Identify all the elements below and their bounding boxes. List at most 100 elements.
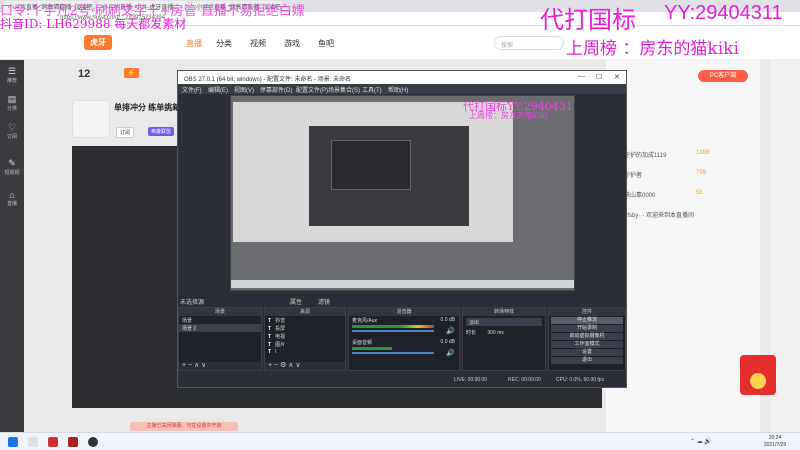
chat-message: Lfsby··· 欢迎来到本直播间 [624,213,695,219]
transition-select[interactable]: 淡出 [466,318,542,326]
mixer-panel: 混音器 麦克风/Aux 0.0 dB 🔊 桌面音频 0.0 dB 🔊 [348,307,460,371]
volume-meter [352,347,392,350]
mixer-channel: 麦克风/Aux 0.0 dB 🔊 [352,317,455,335]
left-rail: ☰ 推荐 ▤ 分类 ♡ 订阅 ✎ 短视频 ⌂ 直播 [0,60,24,432]
menu-file[interactable]: 文件(F) [182,85,202,94]
obs-window: OBS 27.0.1 (64 bit, windows) - 配置文件: 未命名… [177,70,627,388]
home-icon: ⌂ [9,190,15,200]
virtual-camera-button[interactable]: 启动虚拟摄像机 [551,333,623,340]
sources-header: 来源 [265,308,345,316]
start-recording-button[interactable]: 开始录制 [551,325,623,332]
streamer-title: 单排冲分 练单挑新 [114,103,181,112]
preview-nested-preview [331,140,411,190]
stat-badge: ⚡ [124,68,139,78]
app-icon[interactable] [68,437,78,447]
heart-icon: ♡ [7,122,17,132]
red-packet-icon[interactable] [740,355,776,395]
controls-panel: 控件 停止推流 开始录制 启动虚拟摄像机 工作室模式 设置 退出 [548,307,626,371]
preview-overlay-rank: 上周榜：房东的猫kiki [469,111,548,120]
overlay-rank: 上周榜 ：房东的猫kiki [566,39,739,59]
rail-item-category[interactable]: ▤ 分类 [0,94,24,112]
source-item[interactable]: T 抖音 [265,316,345,324]
studio-mode-button[interactable]: 工作室模式 [551,341,623,348]
maximize-icon[interactable]: ☐ [596,73,602,81]
filters-button[interactable]: 滤镜 [318,297,330,306]
avatar[interactable] [72,100,110,138]
duration-input[interactable]: 300 ms [487,330,503,336]
obs-preview[interactable]: 代打国标YY:29404311 上周榜：房东的猫kiki [230,95,575,291]
speaker-icon[interactable]: 🔊 [446,327,455,335]
menu-tools[interactable]: 工具(T) [362,85,382,94]
transitions-header: 转场特效 [463,308,545,316]
settings-button[interactable]: 设置 [551,349,623,356]
live-time: LIVE: 00:00:00 [454,377,488,383]
menu-profile[interactable]: 配置文件(P) [296,85,328,94]
rec-time: REC: 00:00:00 [508,377,541,383]
scenes-header: 场景 [179,308,261,316]
app-icon[interactable] [48,437,58,447]
no-source-label: 未选择源 [180,300,205,306]
nav-live[interactable]: 直播 [186,38,202,49]
menu-view[interactable]: 视图(V) [234,85,254,94]
controls-header: 控件 [549,308,625,316]
danmaku-toast: 主播已关闭弹幕，可在设置中开启 [130,422,238,431]
scenes-panel: 场景 场景 场景 2 + − ∧ ∨ [178,307,262,371]
minimize-icon[interactable]: — [578,73,585,80]
menu-icon: ☰ [7,66,17,76]
exit-button[interactable]: 退出 [551,357,623,364]
cpu-fps: CPU: 0.0%, 60.00 fps [556,377,605,383]
rank-row: 守护者 799 [624,170,707,179]
category-tag[interactable]: 英雄联盟 [148,127,175,136]
pen-icon: ✎ [8,158,16,168]
follow-button[interactable]: 订阅 [116,127,135,138]
tray-icons[interactable]: ⌃ ☁ 🔊 [690,438,712,445]
obs-status-bar: LIVE: 00:00:00 REC: 00:00:00 CPU: 0.0%, … [178,373,626,387]
site-logo[interactable]: 虎牙 [84,35,112,50]
obs-title-bar: OBS 27.0.1 (64 bit, windows) - 配置文件: 未命名… [178,71,626,84]
speaker-icon[interactable]: 🔊 [446,349,455,357]
scenes-toolbar[interactable]: + − ∧ ∨ [179,362,261,370]
menu-edit[interactable]: 编辑(E) [208,85,228,94]
windows-start-icon[interactable] [8,437,18,447]
nav-category[interactable]: 分类 [216,38,232,49]
close-icon[interactable]: ✕ [614,73,620,81]
right-panel [606,60,760,432]
clock[interactable]: 20:24 2021/7/29 [758,435,792,449]
pc-client-button[interactable]: PC客户端 [698,70,748,82]
scene-item[interactable]: 场景 2 [179,324,261,332]
nav-fishbar[interactable]: 鱼吧 [318,38,334,49]
obs-menu-bar: 文件(F) 编辑(E) 视图(V) 停靠部件(D) 配置文件(P) 场景集合(S… [178,84,626,94]
overlay-title: 代打国标 [540,6,636,34]
rail-item-live[interactable]: ⌂ 直播 [0,190,24,207]
source-item[interactable]: T 图片 [265,340,345,348]
preview-taskbar [231,280,574,288]
mixer-channel: 桌面音频 0.0 dB 🔊 [352,339,455,357]
obs-icon[interactable] [88,437,98,447]
coin-icon [750,373,766,389]
volume-meter [352,325,434,328]
sources-toolbar[interactable]: + − ⚙ ∧ ∨ [265,362,345,370]
sources-panel: 来源 T 抖音 T 投屏 T 电视 T 图片 TI + − ⚙ ∧ ∨ [264,307,346,371]
stat-count: 12 [78,68,91,80]
menu-scene-collection[interactable]: 场景集合(S) [328,85,360,94]
rank-row: 铁山靠0000 58 [624,190,703,199]
nav-game[interactable]: 游戏 [284,38,300,49]
source-toolbar: 未选择源 属性 滤镜 [178,295,626,307]
source-item[interactable]: T 电视 [265,332,345,340]
search-input[interactable]: 搜索 [494,36,564,50]
rail-item-shortvideo[interactable]: ✎ 短视频 [0,158,24,176]
source-item[interactable]: TI [265,348,345,356]
volume-slider[interactable] [352,352,434,354]
search-icon[interactable] [28,437,38,447]
volume-slider[interactable] [352,330,434,332]
source-item[interactable]: T 投屏 [265,324,345,332]
rail-item-recommend[interactable]: ☰ 推荐 [0,66,24,84]
rail-item-subscribe[interactable]: ♡ 订阅 [0,122,24,140]
scene-item[interactable]: 场景 [179,316,261,324]
properties-button[interactable]: 属性 [290,297,302,306]
nav-video[interactable]: 视频 [250,38,266,49]
menu-help[interactable]: 帮助(H) [388,85,408,94]
stop-streaming-button[interactable]: 停止推流 [551,317,623,324]
duration-row: 时长 300 ms [466,330,504,336]
menu-docks[interactable]: 停靠部件(D) [260,85,292,94]
